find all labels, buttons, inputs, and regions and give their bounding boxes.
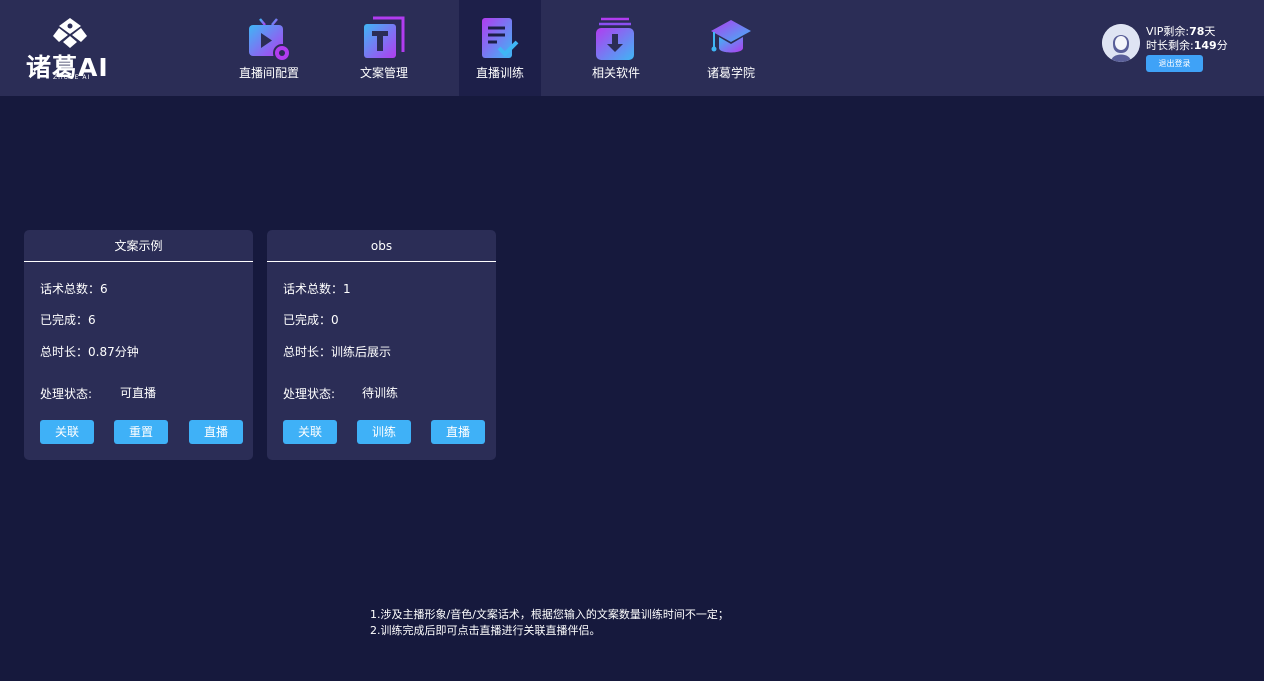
status-badge: 可直播	[120, 386, 157, 400]
tv-settings-icon	[249, 18, 290, 62]
nav-item-related-software[interactable]: 相关软件	[575, 0, 657, 96]
nav-item-copy-management[interactable]: 文案管理	[343, 0, 425, 96]
nav-item-live-room-config[interactable]: 直播间配置	[228, 0, 310, 96]
brand-logo: 诸葛AI ZHUGE AI	[24, 16, 120, 82]
train-button[interactable]: 训练	[357, 420, 411, 444]
brand-logo-icon	[53, 18, 87, 48]
reset-button[interactable]: 重置	[114, 420, 168, 444]
total-scripts: 话术总数：1	[283, 282, 351, 296]
completed-count: 已完成：6	[40, 313, 96, 327]
time-remaining: 时长剩余:149分	[1146, 39, 1228, 52]
go-live-button[interactable]: 直播	[189, 420, 243, 444]
nav-label: 直播训练	[475, 66, 524, 80]
status-badge: 待训练	[362, 386, 399, 400]
top-header: 诸葛AI ZHUGE AI 直播间配置 文案管理 直播训练 相关软件 诸葛学院 …	[0, 0, 1264, 96]
card-title: 文案示例	[24, 230, 253, 262]
text-document-icon	[364, 16, 405, 58]
completed-count: 已完成：0	[283, 313, 339, 327]
status-label: 处理状态:	[40, 387, 93, 401]
training-notes: 1.涉及主播形象/音色/文案话术，根据您输入的文案数量训练时间不一定； 2.训练…	[370, 607, 729, 639]
total-scripts: 话术总数：6	[40, 282, 108, 296]
avatar[interactable]	[1102, 24, 1140, 62]
note-line: 1.涉及主播形象/音色/文案话术，根据您输入的文案数量训练时间不一定；	[370, 608, 729, 621]
logout-button[interactable]: 退出登录	[1146, 55, 1203, 72]
script-card: 文案示例 话术总数：6 已完成：6 总时长：0.87分钟 处理状态: 可直播 关…	[24, 230, 253, 460]
user-avatar-icon	[1102, 24, 1140, 62]
nav-label: 诸葛学院	[706, 66, 755, 80]
brand-subtitle: ZHUGE AI	[53, 74, 91, 81]
link-button[interactable]: 关联	[40, 420, 94, 444]
nav-label: 相关软件	[591, 66, 640, 80]
total-duration: 总时长：训练后展示	[283, 345, 392, 359]
download-box-icon	[596, 17, 634, 60]
total-duration: 总时长：0.87分钟	[40, 345, 139, 359]
nav-label: 直播间配置	[238, 66, 299, 80]
nav-item-zhuge-academy[interactable]: 诸葛学院	[690, 0, 772, 96]
checklist-icon	[482, 18, 519, 58]
user-panel: VIP剩余:78天 时长剩余:149分 退出登录	[1100, 22, 1250, 77]
card-title: obs	[267, 230, 496, 262]
status-label: 处理状态:	[283, 387, 336, 401]
script-card: obs 话术总数：1 已完成：0 总时长：训练后展示 处理状态: 待训练 关联 …	[267, 230, 496, 460]
graduation-cap-icon	[711, 20, 751, 53]
note-line: 2.训练完成后即可点击直播进行关联直播伴侣。	[370, 624, 601, 637]
nav-label: 文案管理	[359, 66, 408, 80]
nav-item-live-training[interactable]: 直播训练	[459, 0, 541, 96]
go-live-button[interactable]: 直播	[431, 420, 485, 444]
link-button[interactable]: 关联	[283, 420, 337, 444]
